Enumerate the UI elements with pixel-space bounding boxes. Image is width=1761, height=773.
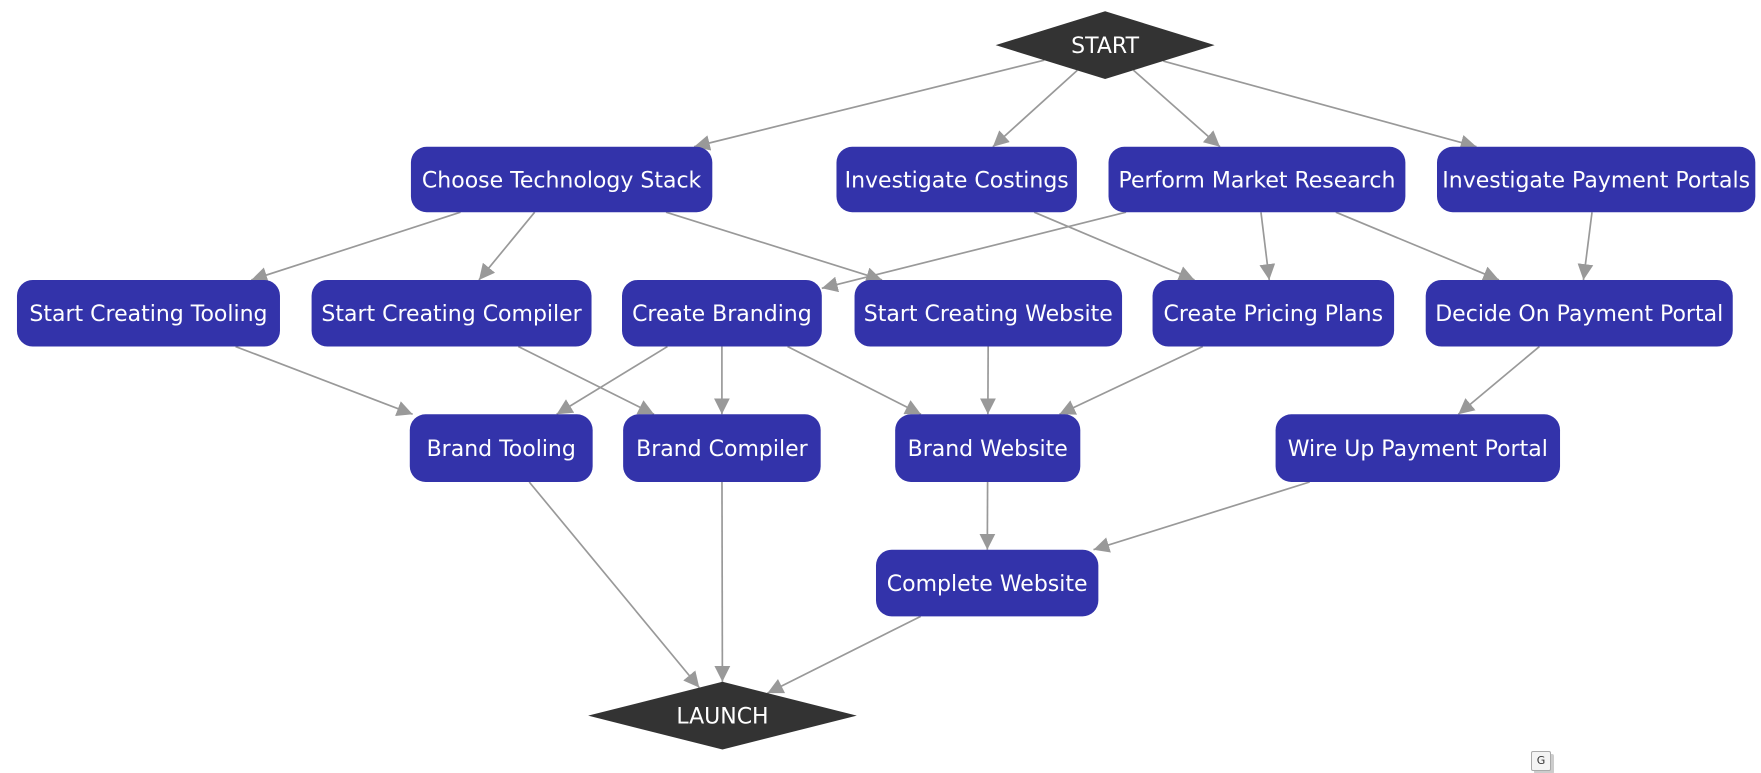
task-node-wire[interactable]: Wire Up Payment Portal [1275, 414, 1561, 482]
node-label: START [1071, 34, 1139, 59]
edge-pricing-to-bwebsite [1059, 345, 1204, 416]
graph-toggle-button[interactable]: G [1531, 751, 1551, 771]
task-node-bcompiler[interactable]: Brand Compiler [623, 414, 821, 482]
node-label: Brand Website [908, 437, 1068, 462]
edge-tech-to-tooling [251, 211, 461, 283]
edge-market-to-decide [1335, 211, 1500, 282]
edge-start-to-tech [693, 59, 1045, 151]
task-node-btooling[interactable]: Brand Tooling [409, 414, 593, 482]
node-label: Brand Tooling [427, 437, 576, 462]
node-label: Brand Compiler [636, 437, 808, 462]
node-label: Wire Up Payment Portal [1288, 437, 1548, 462]
node-label: Create Branding [632, 302, 812, 327]
node-label: Create Pricing Plans [1164, 302, 1384, 327]
task-node-market[interactable]: Perform Market Research [1108, 146, 1406, 213]
node-label: Start Creating Compiler [321, 302, 582, 327]
milestone-start[interactable]: START [995, 11, 1215, 80]
edge-compiler-to-bcompiler [517, 345, 655, 416]
task-node-tech[interactable]: Choose Technology Stack [410, 146, 713, 213]
node-label: Complete Website [887, 572, 1088, 597]
edge-branding-to-bwebsite [787, 345, 922, 416]
edge-start-to-market [1132, 69, 1221, 148]
edge-decide-to-wire [1457, 345, 1540, 415]
edge-market-to-pricing [1259, 212, 1276, 281]
node-label: Investigate Costings [845, 168, 1069, 193]
task-node-pricing[interactable]: Create Pricing Plans [1152, 279, 1395, 347]
nodes-layer: START Choose Technology Stack Investigate … [16, 11, 1756, 750]
node-label: Perform Market Research [1119, 168, 1396, 193]
milestone-launch[interactable]: LAUNCH [588, 681, 857, 750]
task-node-tooling[interactable]: Start Creating Tooling [16, 279, 280, 347]
edge-start-to-costings [992, 69, 1078, 148]
edge-branding-to-btooling [556, 345, 668, 415]
edge-tech-to-compiler [478, 211, 536, 281]
task-node-website[interactable]: Start Creating Website [854, 279, 1123, 347]
task-node-bwebsite[interactable]: Brand Website [895, 414, 1081, 482]
edge-tech-to-website [665, 211, 883, 283]
node-label: LAUNCH [676, 705, 768, 730]
edge-tooling-to-btooling [235, 345, 413, 417]
edge-costings-to-pricing [1033, 211, 1195, 282]
edge-market-to-branding [821, 211, 1127, 293]
node-label: Investigate Payment Portals [1442, 168, 1750, 193]
edge-complete-to-launch [767, 615, 922, 694]
edge-wire-to-complete [1093, 481, 1310, 553]
task-node-costings[interactable]: Investigate Costings [836, 146, 1077, 213]
task-node-complete[interactable]: Complete Website [875, 549, 1099, 617]
node-label: Start Creating Website [864, 302, 1113, 327]
node-label: Decide On Payment Portal [1435, 302, 1723, 327]
flow-diagram: START Choose Technology Stack Investigate … [16, 11, 1756, 750]
task-node-branding[interactable]: Create Branding [622, 279, 822, 347]
task-node-decide[interactable]: Decide On Payment Portal [1425, 279, 1733, 347]
task-node-portals[interactable]: Investigate Payment Portals [1436, 146, 1756, 213]
node-label: Choose Technology Stack [422, 168, 702, 193]
task-node-compiler[interactable]: Start Creating Compiler [311, 279, 592, 347]
edge-start-to-portals [1163, 60, 1477, 151]
node-label: Start Creating Tooling [29, 302, 267, 327]
edge-btooling-to-launch [528, 481, 700, 689]
edge-portals-to-decide [1577, 212, 1594, 281]
